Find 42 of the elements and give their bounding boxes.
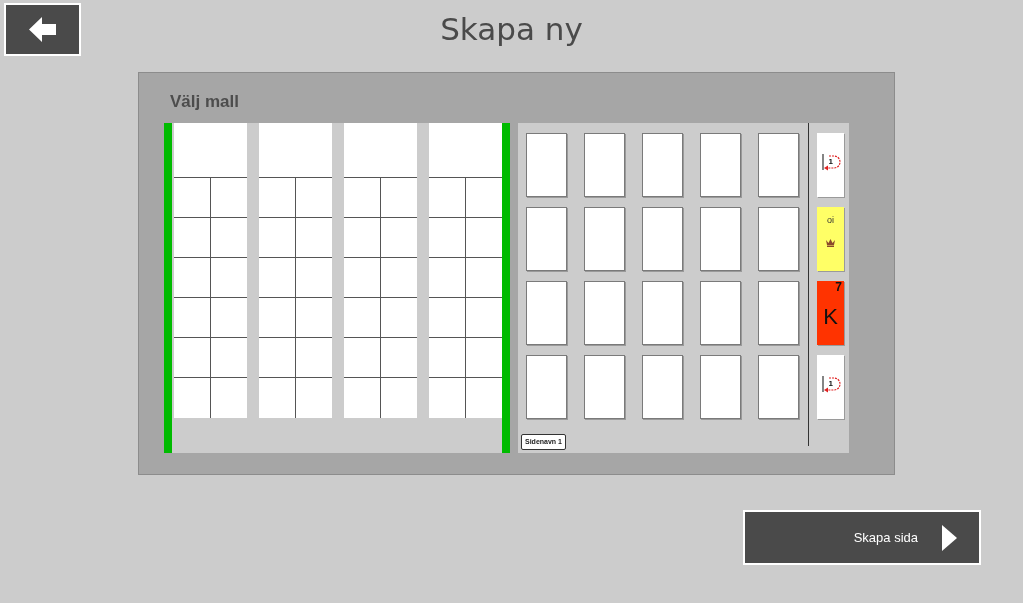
empty-card[interactable] <box>700 133 741 197</box>
triangle-icon <box>942 524 957 551</box>
template-thumbnail[interactable] <box>174 123 247 418</box>
page-title: Skapa ny <box>440 12 583 48</box>
empty-card[interactable] <box>526 281 567 345</box>
page-link-card[interactable]: 1 <box>817 133 844 197</box>
empty-card[interactable] <box>526 355 567 419</box>
empty-card[interactable] <box>584 207 625 271</box>
empty-card[interactable] <box>584 355 625 419</box>
symbol-card[interactable]: oi <box>817 207 844 271</box>
page-link-card[interactable]: 1 <box>817 355 844 419</box>
template-thumbnail[interactable] <box>259 123 332 418</box>
category-card[interactable]: 7 K <box>817 281 844 345</box>
empty-card[interactable] <box>584 133 625 197</box>
back-arrow-icon <box>29 17 56 42</box>
empty-card[interactable] <box>700 207 741 271</box>
return-arrow-icon <box>820 153 841 171</box>
panel-heading: Välj mall <box>170 92 239 113</box>
empty-card[interactable] <box>642 355 683 419</box>
page-number: 1 <box>828 157 833 166</box>
empty-card[interactable] <box>758 355 799 419</box>
page-number: 1 <box>828 379 833 388</box>
empty-card[interactable] <box>526 133 567 197</box>
category-number: 7 <box>835 281 842 293</box>
empty-card[interactable] <box>758 281 799 345</box>
symbol-label: oi <box>827 215 834 225</box>
empty-card[interactable] <box>642 281 683 345</box>
empty-card[interactable] <box>758 133 799 197</box>
empty-card[interactable] <box>526 207 567 271</box>
empty-card[interactable] <box>700 355 741 419</box>
template-thumbnail[interactable] <box>429 123 502 418</box>
empty-card[interactable] <box>700 281 741 345</box>
return-arrow-icon <box>820 375 841 393</box>
category-letter: K <box>823 305 838 329</box>
create-page-button[interactable]: Skapa sida <box>743 510 981 565</box>
empty-card[interactable] <box>758 207 799 271</box>
empty-card[interactable] <box>642 207 683 271</box>
back-button[interactable] <box>4 3 81 56</box>
empty-card[interactable] <box>642 133 683 197</box>
template-thumbnail[interactable] <box>344 123 417 418</box>
empty-card[interactable] <box>584 281 625 345</box>
crown-icon <box>826 239 835 247</box>
